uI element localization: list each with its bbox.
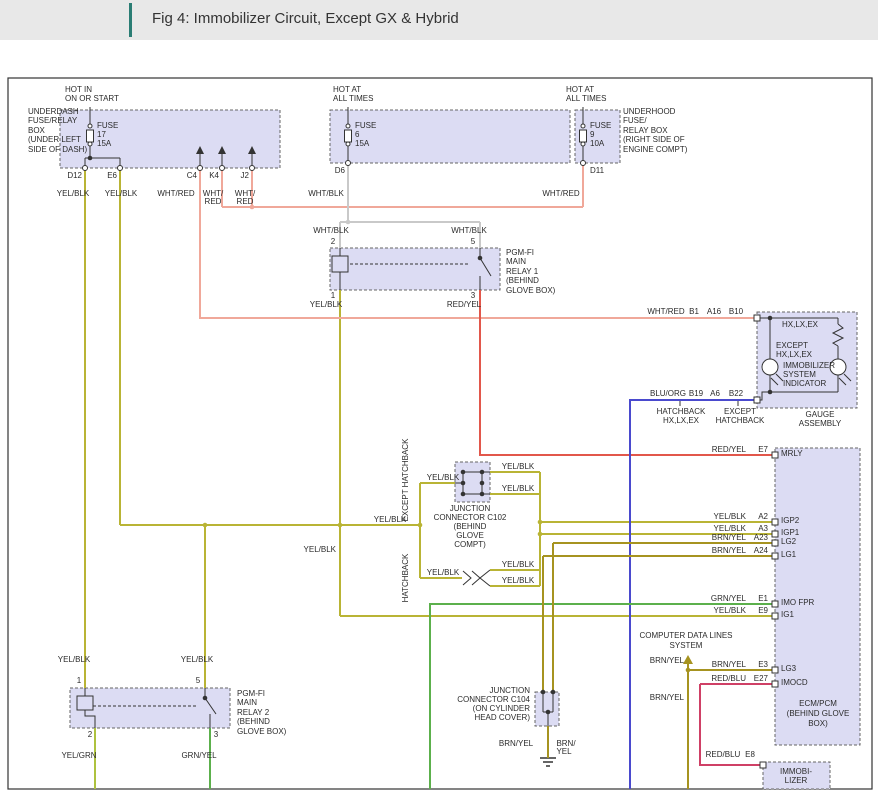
junction-dot [346,220,351,225]
fuse-terminal [88,124,92,128]
connector-socket [118,166,123,171]
fuse-icon [580,130,587,142]
diagram-border [8,78,872,789]
pgm-fi-main-relay-1 [330,248,500,290]
connector-socket [250,166,255,171]
junction-dot [480,481,485,486]
fuse-terminal [346,124,350,128]
junction-dot [541,690,546,695]
terminal-connector [760,762,766,768]
junction-dot [461,470,466,475]
junction-connector-c104-box [535,692,559,726]
junction-dot [250,205,255,210]
terminal-connector [772,613,778,619]
connector-socket [581,161,586,166]
terminal-connector [772,681,778,687]
terminal-connector [772,540,778,546]
connector-socket [346,161,351,166]
terminal-connector [772,553,778,559]
junction-dot [338,523,343,528]
junction-dot [768,316,773,321]
underhood-fuse-box-mid [330,110,570,163]
terminal-connector [772,531,778,537]
indicator-lamp-icon [830,359,846,375]
connector-socket [198,166,203,171]
immobilizer-unit-box [763,762,830,789]
terminal-connector [754,397,760,403]
connector-socket [220,166,225,171]
junction-dot [478,256,483,261]
terminal-connector [772,601,778,607]
terminal-connector [772,519,778,525]
terminal-connector [772,667,778,673]
junction-dot [461,481,466,486]
junction-connector-c102-box [455,462,490,502]
junction-dot [480,470,485,475]
junction-dot [418,523,423,528]
fuse-icon [345,130,352,142]
wiring-diagram-canvas [0,0,878,794]
junction-dot [768,390,773,395]
junction-dot [546,710,551,715]
junction-dot [538,532,543,537]
fuse-terminal [581,124,585,128]
junction-dot [538,520,543,525]
fuse-terminal [581,142,585,146]
connector-socket [83,166,88,171]
fuse-terminal [88,142,92,146]
ecm-pcm-box [775,448,860,745]
fuse-terminal [346,142,350,146]
junction-dot [203,696,208,701]
junction-dot [461,492,466,497]
junction-dot [480,492,485,497]
terminal-connector [772,452,778,458]
fuse-icon [87,130,94,142]
junction-dot [88,156,93,161]
pgm-fi-main-relay-2 [70,688,230,728]
junction-dot [203,523,208,528]
terminal-connector [754,315,760,321]
page: Fig 4: Immobilizer Circuit, Except GX & … [0,0,878,794]
indicator-lamp-icon [762,359,778,375]
junction-dot [551,690,556,695]
junction-dot [686,668,691,673]
